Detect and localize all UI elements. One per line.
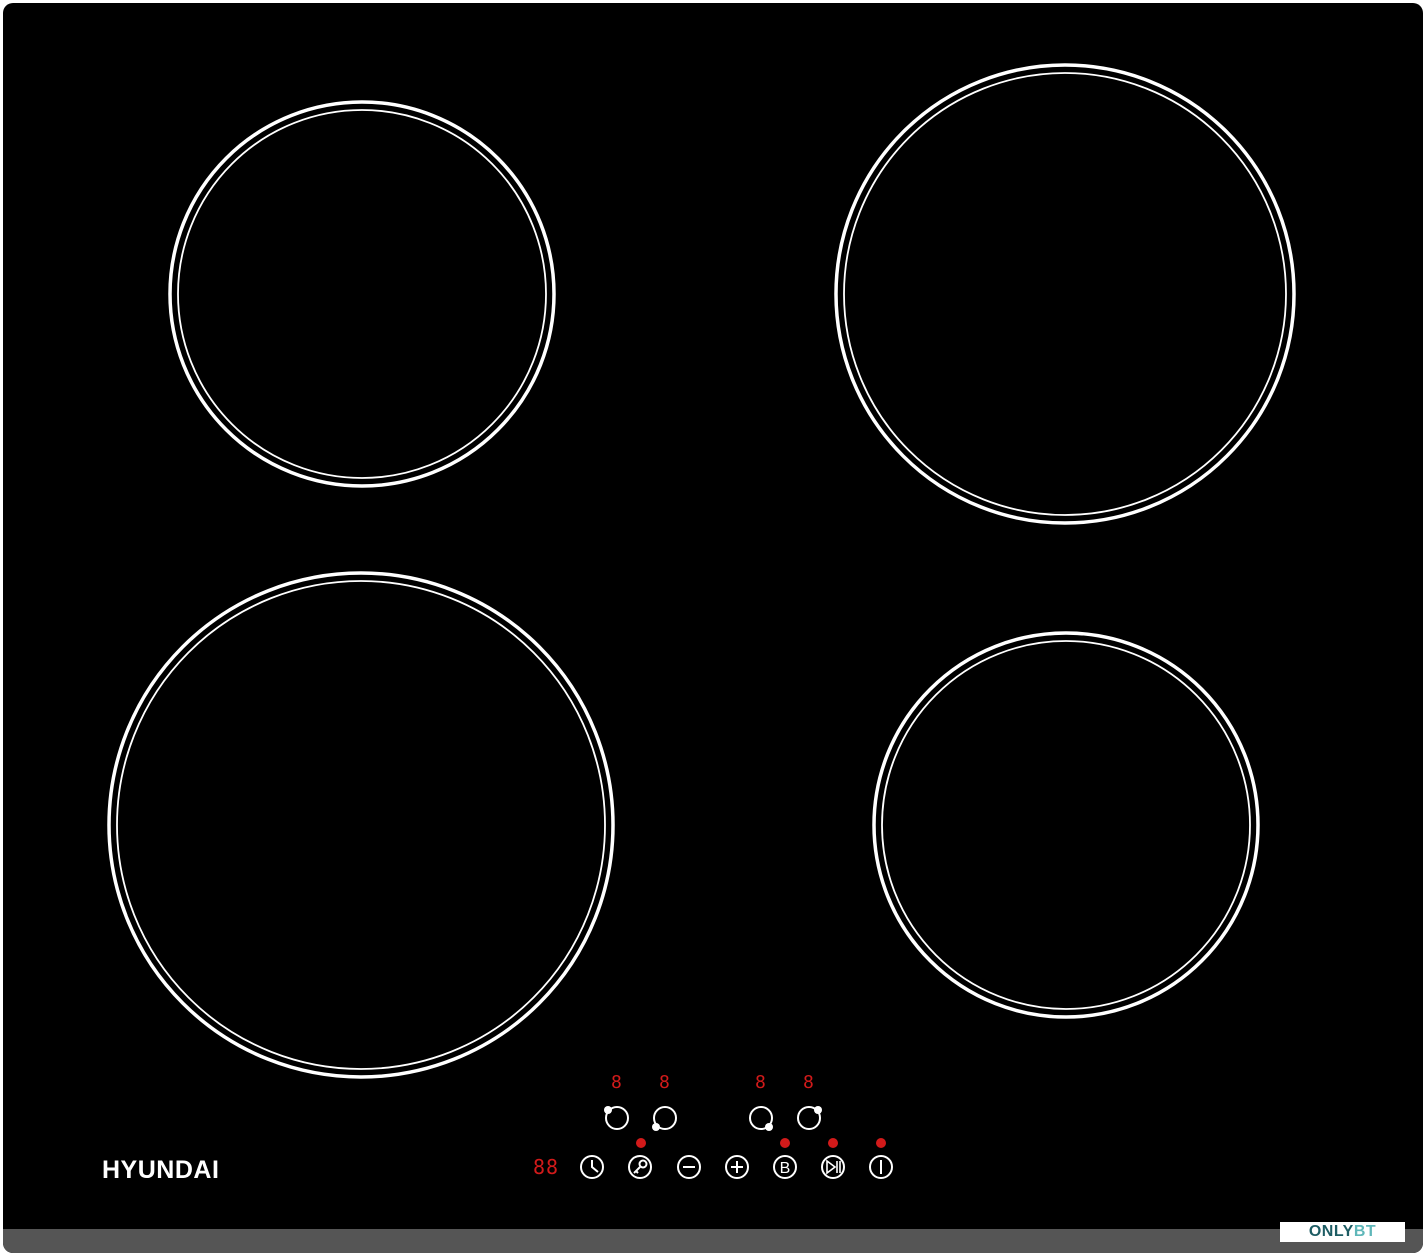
zone-display-3: 8 <box>755 1072 766 1093</box>
zone-display-1: 8 <box>611 1072 622 1093</box>
burner-top-right[interactable] <box>834 63 1296 525</box>
play-pause-icon[interactable] <box>821 1155 845 1179</box>
indicator-led-lock <box>636 1138 646 1148</box>
zone-display-4: 8 <box>803 1072 814 1093</box>
boost-b-glyph: B <box>780 1160 791 1177</box>
zone-selector-rear-left[interactable] <box>652 1106 677 1131</box>
brand-logo: HYUNDAI <box>102 1156 220 1184</box>
plus-icon[interactable] <box>725 1155 749 1179</box>
minus-icon[interactable] <box>677 1155 701 1179</box>
indicator-led-play-pause <box>828 1138 838 1148</box>
timer-icon[interactable] <box>580 1155 604 1179</box>
indicator-led-boost <box>780 1138 790 1148</box>
zone-display-2: 8 <box>659 1072 670 1093</box>
timer-display: 88 <box>533 1155 560 1179</box>
watermark-part2: BT <box>1353 1223 1377 1240</box>
watermark-part1: ONLY <box>1308 1223 1354 1240</box>
cooktop-graphics: B <box>107 63 1296 1179</box>
indicator-led-power <box>876 1138 886 1148</box>
burner-top-left[interactable] <box>168 100 556 488</box>
burner-bottom-right[interactable] <box>872 631 1260 1019</box>
zone-selector-rear-right[interactable] <box>749 1106 773 1131</box>
watermark: ONLYBT <box>1280 1222 1405 1242</box>
boost-b-icon[interactable]: B <box>773 1155 797 1179</box>
zone-selector-front-left[interactable] <box>604 1106 629 1130</box>
power-icon[interactable] <box>869 1155 893 1179</box>
zone-selector-front-right[interactable] <box>797 1106 822 1130</box>
burner-bottom-left[interactable] <box>107 571 615 1079</box>
lock-key-icon[interactable] <box>628 1155 652 1179</box>
